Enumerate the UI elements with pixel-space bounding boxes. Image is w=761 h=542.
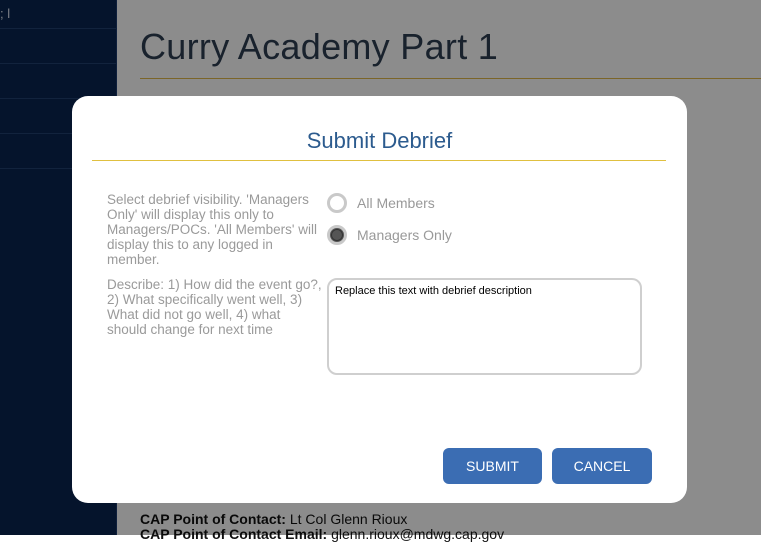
radio-all-members[interactable]: All Members [327, 191, 435, 215]
submit-button[interactable]: SUBMIT [443, 448, 542, 484]
radio-dot [331, 229, 343, 241]
radio-managers-only[interactable]: Managers Only [327, 223, 452, 247]
cancel-button[interactable]: CANCEL [552, 448, 652, 484]
radio-button-unchecked[interactable] [327, 193, 347, 213]
submit-debrief-dialog: Submit Debrief Select debrief visibility… [72, 96, 687, 503]
radio-label-managers-only: Managers Only [357, 227, 452, 243]
radio-label-all-members: All Members [357, 195, 435, 211]
radio-button-checked[interactable] [327, 225, 347, 245]
debrief-description-field[interactable]: Replace this text with debrief descripti… [327, 278, 642, 375]
dialog-title-divider [92, 160, 666, 161]
describe-help-text: Describe: 1) How did the event go?, 2) W… [107, 277, 322, 337]
visibility-help-text: Select debrief visibility. 'Managers Onl… [107, 192, 317, 267]
dialog-title: Submit Debrief [306, 128, 453, 153]
